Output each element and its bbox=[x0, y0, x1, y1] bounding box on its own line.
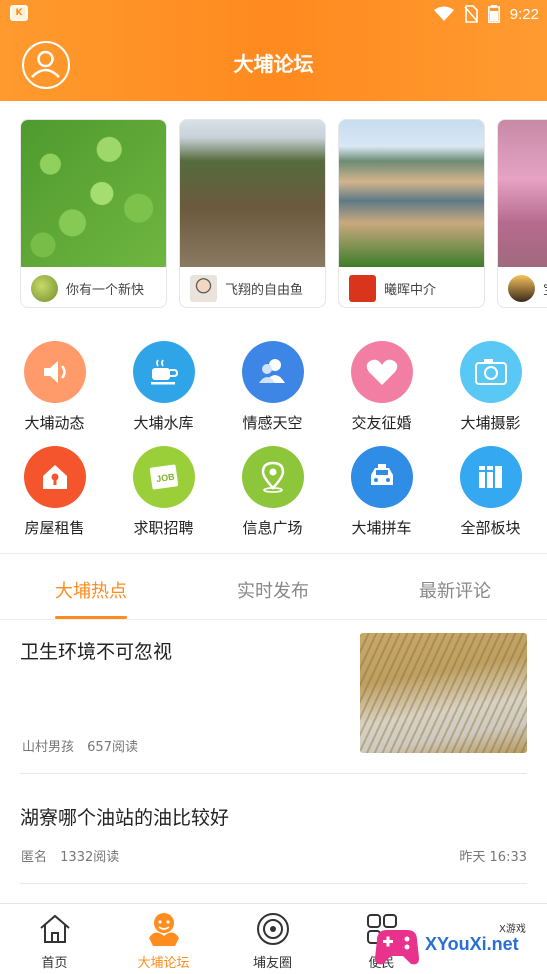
post-divider bbox=[20, 883, 527, 884]
status-bar: K 9:22 bbox=[0, 0, 547, 28]
avatar bbox=[31, 274, 58, 302]
avatar bbox=[349, 274, 376, 302]
post-time: 昨天 16:33 bbox=[459, 850, 527, 865]
post-item[interactable]: 湖寮哪个油站的油比较好 匿名 1332阅读 昨天 16:33 bbox=[20, 803, 527, 865]
gamepad-icon bbox=[375, 930, 419, 965]
nav-forum[interactable]: 大埔论坛 bbox=[109, 910, 218, 971]
banner-card[interactable]: 你有一个新快 bbox=[20, 119, 167, 308]
post-reads: 1332阅读 bbox=[60, 850, 120, 865]
post-author: 匿名 bbox=[21, 850, 48, 865]
tab-hot[interactable]: 大埔热点 bbox=[0, 577, 182, 603]
nav-home[interactable]: 首页 bbox=[0, 910, 109, 971]
clock: 9:22 bbox=[509, 5, 539, 23]
category-info-square[interactable]: 信息广场 bbox=[218, 446, 327, 538]
battery-icon bbox=[487, 5, 500, 23]
no-sim-icon bbox=[464, 5, 478, 23]
nav-circle[interactable]: 埔友圈 bbox=[218, 910, 327, 971]
category-dabu-news[interactable]: 大埔动态 bbox=[0, 341, 109, 433]
category-housing[interactable]: 房屋租售 bbox=[0, 446, 109, 538]
banner-image bbox=[180, 120, 325, 267]
post-divider bbox=[20, 773, 527, 774]
job-icon: JOB bbox=[132, 446, 195, 508]
page-title: 大埔论坛 bbox=[233, 52, 314, 76]
banner-card[interactable]: 曦晖中介 bbox=[338, 119, 485, 308]
wifi-icon bbox=[433, 6, 454, 21]
home-icon bbox=[36, 910, 74, 948]
category-jobs[interactable]: JOB 求职招聘 bbox=[109, 446, 218, 538]
banner-carousel[interactable]: 你有一个新快 飞翔的自由鱼 曦晖中介 宝 bbox=[20, 119, 547, 309]
category-emotion-sky[interactable]: 情感天空 bbox=[218, 341, 327, 433]
banner-image bbox=[21, 120, 166, 267]
speaker-icon bbox=[23, 341, 86, 403]
watermark-logo: X游戏 XYouXi.net bbox=[371, 920, 541, 970]
tab-indicator bbox=[55, 616, 127, 619]
category-photography[interactable]: 大埔摄影 bbox=[436, 341, 545, 433]
app-header: K 9:22 大埔论坛 bbox=[0, 0, 547, 101]
category-dabu-reservoir[interactable]: 大埔水库 bbox=[109, 341, 218, 433]
app-notification-icon: K bbox=[10, 5, 28, 21]
banner-card[interactable]: 飞翔的自由鱼 bbox=[179, 119, 326, 308]
category-carpool[interactable]: 大埔拼车 bbox=[327, 446, 436, 538]
post-title: 卫生环境不可忽视 bbox=[20, 641, 173, 663]
post-author: 山村男孩 bbox=[22, 740, 75, 755]
watermark-text: XYouXi.net bbox=[425, 934, 519, 954]
banner-image bbox=[339, 120, 484, 267]
banner-image bbox=[498, 120, 547, 267]
category-dating[interactable]: 交友征婚 bbox=[327, 341, 436, 433]
heart-icon bbox=[350, 341, 413, 403]
watermark-small-text: X游戏 bbox=[499, 924, 526, 935]
feed-tabs: 大埔热点 实时发布 最新评论 bbox=[0, 554, 547, 620]
tab-realtime[interactable]: 实时发布 bbox=[182, 577, 364, 603]
books-icon bbox=[459, 446, 522, 508]
category-all-boards[interactable]: 全部板块 bbox=[436, 446, 545, 538]
forum-icon bbox=[145, 910, 183, 948]
banner-username: 曦晖中介 bbox=[384, 282, 437, 298]
location-pin-icon bbox=[241, 446, 304, 508]
post-title: 湖寮哪个油站的油比较好 bbox=[20, 807, 230, 829]
avatar bbox=[508, 274, 535, 302]
banner-username: 你有一个新快 bbox=[66, 282, 145, 298]
tab-latest-comments[interactable]: 最新评论 bbox=[364, 577, 546, 603]
avatar bbox=[190, 274, 217, 302]
coffee-cup-icon bbox=[132, 341, 195, 403]
post-thumbnail[interactable] bbox=[360, 633, 527, 753]
circle-icon bbox=[254, 910, 292, 948]
camera-icon bbox=[459, 341, 522, 403]
house-icon bbox=[23, 446, 86, 508]
taxi-icon bbox=[350, 446, 413, 508]
users-icon bbox=[241, 341, 304, 403]
banner-username: 飞翔的自由鱼 bbox=[225, 282, 304, 298]
banner-username: 宝 bbox=[543, 279, 547, 298]
banner-card[interactable]: 宝 bbox=[497, 119, 547, 308]
post-reads: 657阅读 bbox=[87, 740, 138, 755]
